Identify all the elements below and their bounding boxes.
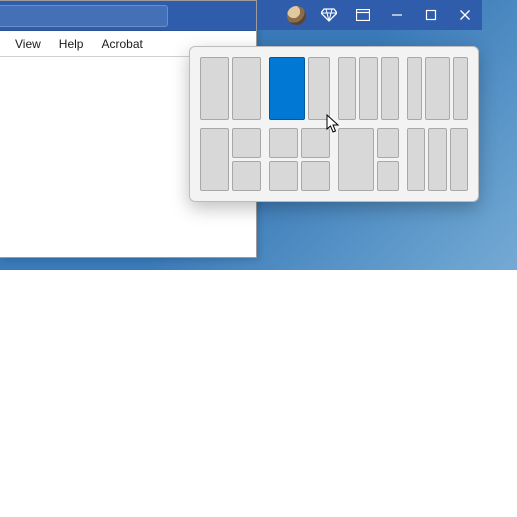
snap-zone[interactable] (338, 128, 374, 191)
menu-acrobat[interactable]: Acrobat (92, 31, 151, 56)
desktop-white-area (0, 270, 517, 517)
user-avatar[interactable] (287, 6, 306, 25)
snap-zone[interactable] (377, 128, 399, 158)
snap-zone[interactable] (381, 57, 399, 120)
snap-zone[interactable] (269, 128, 298, 158)
search-input[interactable] (0, 5, 168, 27)
minimize-button[interactable] (380, 0, 414, 30)
snap-layout-four-quad[interactable] (269, 128, 330, 191)
snap-zone-selected[interactable] (269, 57, 305, 120)
snap-zone[interactable] (377, 161, 399, 191)
snap-zone[interactable] (232, 161, 261, 191)
snap-layout-two-wide-left[interactable] (269, 57, 330, 120)
snap-layout-two-equal[interactable] (200, 57, 261, 120)
snap-zone[interactable] (308, 57, 330, 120)
close-button[interactable] (448, 0, 482, 30)
snap-layout-wide-left-right-stack[interactable] (338, 128, 399, 191)
titlebar[interactable] (0, 1, 256, 31)
snap-zone[interactable] (407, 128, 425, 191)
snap-zone[interactable] (232, 128, 261, 158)
snap-zone[interactable] (453, 57, 468, 120)
snap-zone[interactable] (269, 161, 298, 191)
ribbon-display-options-icon[interactable] (346, 0, 380, 30)
snap-zone[interactable] (425, 57, 449, 120)
snap-zone[interactable] (338, 57, 356, 120)
snap-layouts-flyout (189, 46, 479, 202)
snap-layout-three-wide-center[interactable] (407, 57, 468, 120)
snap-zone[interactable] (450, 128, 468, 191)
snap-zone[interactable] (301, 161, 330, 191)
snap-zone[interactable] (359, 57, 377, 120)
premium-diamond-icon[interactable] (312, 0, 346, 30)
snap-layout-three-equal-alt[interactable] (407, 128, 468, 191)
maximize-button[interactable] (414, 0, 448, 30)
menu-view[interactable]: View (6, 31, 50, 56)
snap-zone[interactable] (407, 57, 422, 120)
menu-help[interactable]: Help (50, 31, 93, 56)
snap-zone[interactable] (301, 128, 330, 158)
caption-buttons (257, 0, 482, 30)
snap-zone[interactable] (428, 128, 446, 191)
snap-layout-left-half-right-stack[interactable] (200, 128, 261, 191)
snap-zone[interactable] (232, 57, 261, 120)
snap-zone[interactable] (200, 128, 229, 191)
snap-layout-three-equal[interactable] (338, 57, 399, 120)
snap-zone[interactable] (200, 57, 229, 120)
